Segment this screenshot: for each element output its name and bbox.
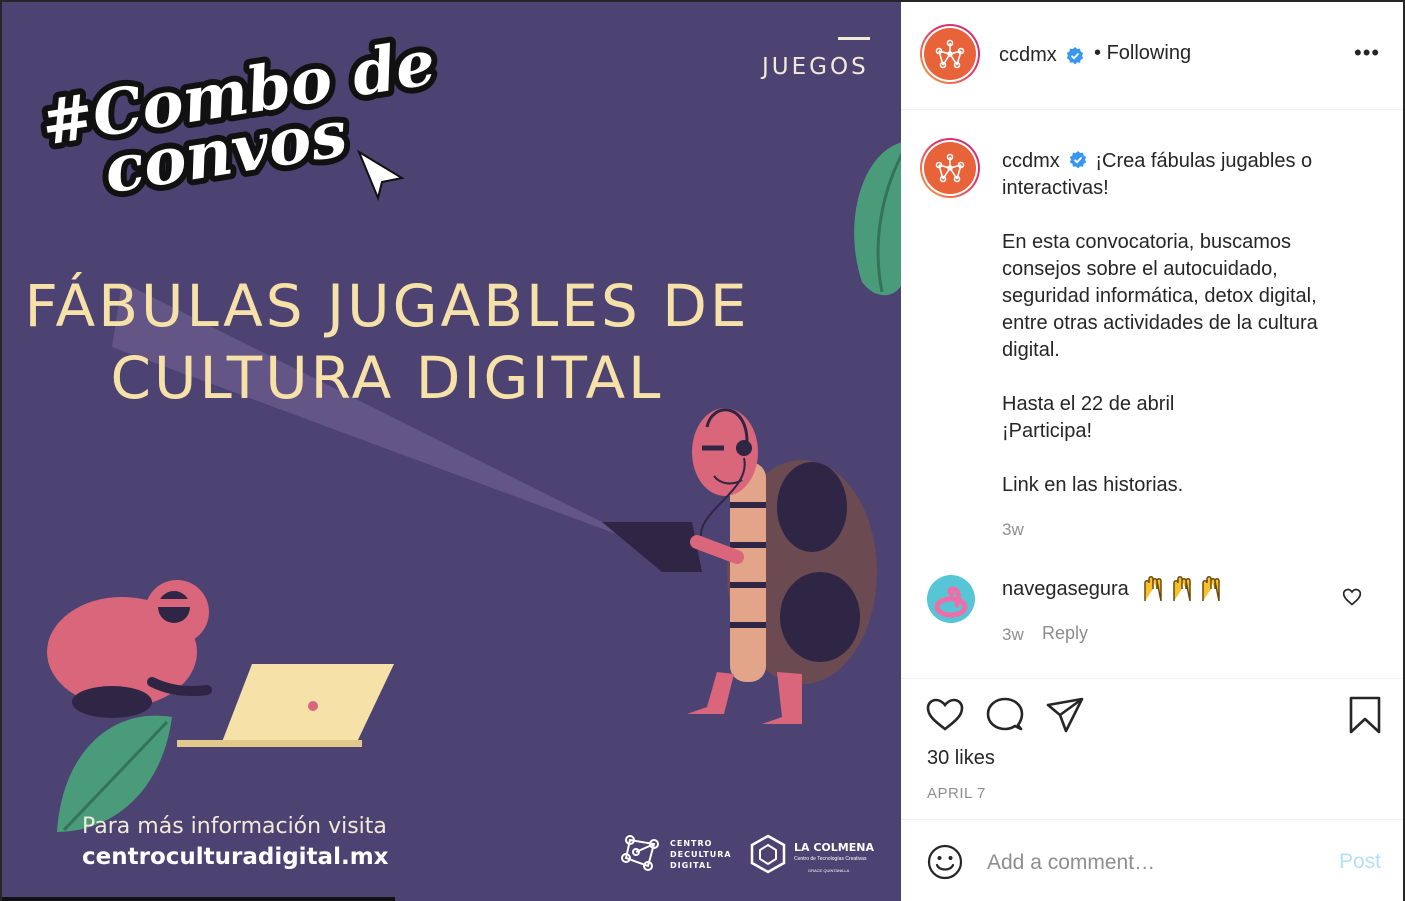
- more-options-icon[interactable]: •••: [1354, 40, 1380, 66]
- caption-paragraph-4: Link en las historias.: [1002, 474, 1184, 496]
- caption-time[interactable]: 3w: [1002, 520, 1024, 540]
- colmena-logo-text: LA COLMENA: [794, 841, 874, 854]
- colmena-subtitle: Centro de Tecnologías Creativas: [794, 856, 867, 862]
- raising-hands-emoji-icon: [1144, 576, 1162, 602]
- author-avatar[interactable]: [920, 24, 980, 84]
- comment-icon[interactable]: [985, 695, 1025, 735]
- post-image[interactable]: #Combo de #Combo de convos convos JUEGOS…: [0, 0, 901, 901]
- tablet: [602, 522, 702, 572]
- colmena-subtitle-2: GRACE QUINTANILLA: [808, 868, 850, 873]
- info-text: Para más información visita: [82, 814, 387, 839]
- bookmark-icon[interactable]: [1345, 695, 1385, 735]
- comment-username[interactable]: navegasegura: [1002, 578, 1129, 601]
- commenter-avatar[interactable]: [927, 575, 975, 623]
- caption-avatar[interactable]: [920, 138, 980, 198]
- flamingo-float-icon: [934, 586, 968, 618]
- ccdmx-logo-icon: [935, 39, 965, 69]
- ccdmx-logo-icon: [935, 153, 965, 183]
- add-comment-input[interactable]: [987, 848, 1307, 878]
- reply-button[interactable]: Reply: [1042, 623, 1088, 644]
- header-username[interactable]: ccdmx: [999, 44, 1057, 67]
- post-illustration: #Combo de #Combo de convos convos: [30, 19, 901, 874]
- colmena-logo-mark: [750, 834, 786, 874]
- comment-box: Post: [901, 820, 1403, 901]
- verified-badge-icon: [1069, 151, 1087, 169]
- image-progress-bar: [2, 897, 395, 901]
- post-date[interactable]: APRIL 7: [927, 785, 986, 802]
- post-comment-button[interactable]: Post: [1339, 850, 1381, 874]
- likes-count[interactable]: 30 likes: [927, 747, 995, 770]
- cursor-arrow: [356, 149, 405, 202]
- headline-line-2: CULTURA DIGITAL: [110, 344, 664, 412]
- post-caption: ccdmx ¡Crea fábulas jugables o interacti…: [1002, 148, 1352, 526]
- ccd-logo-text: CENTRO DECULTURA DIGITAL: [670, 839, 732, 870]
- post-headline: FÁBULAS JUGABLES DE CULTURA DIGITAL: [2, 270, 772, 414]
- caption-username[interactable]: ccdmx: [1002, 150, 1060, 172]
- caption-paragraph-3: Hasta el 22 de abril ¡Participa!: [1002, 393, 1175, 442]
- heart-icon[interactable]: [925, 695, 965, 735]
- tortoise-body: [730, 462, 766, 682]
- category-label: JUEGOS: [762, 54, 869, 80]
- post-sidebar: ccdmx • Following ••• ccdmx ¡Crea fábula…: [901, 0, 1405, 901]
- follow-status[interactable]: • Following: [1094, 42, 1191, 65]
- info-url: centroculturadigital.mx: [82, 844, 389, 870]
- caption-paragraph-2: En esta convocatoria, buscamos consejos …: [1002, 231, 1318, 361]
- laptop: [222, 664, 394, 742]
- comment-time[interactable]: 3w: [1002, 625, 1024, 645]
- raising-hands-emoji-icon: [1173, 576, 1191, 602]
- raising-hands-emoji-icon: [1202, 576, 1220, 602]
- category-bar: [838, 37, 870, 40]
- share-icon[interactable]: [1045, 695, 1085, 735]
- hashtag-sticker: #Combo de #Combo de convos convos: [30, 19, 446, 214]
- post-header: ccdmx • Following •••: [901, 2, 1403, 110]
- emoji-smile-icon[interactable]: [927, 844, 963, 880]
- like-comment-heart-icon[interactable]: [1342, 587, 1362, 607]
- ccd-logo-mark: [621, 835, 659, 871]
- headline-line-1: FÁBULAS JUGABLES DE: [24, 272, 750, 340]
- following-button[interactable]: Following: [1107, 42, 1191, 64]
- verified-badge-icon: [1066, 47, 1084, 65]
